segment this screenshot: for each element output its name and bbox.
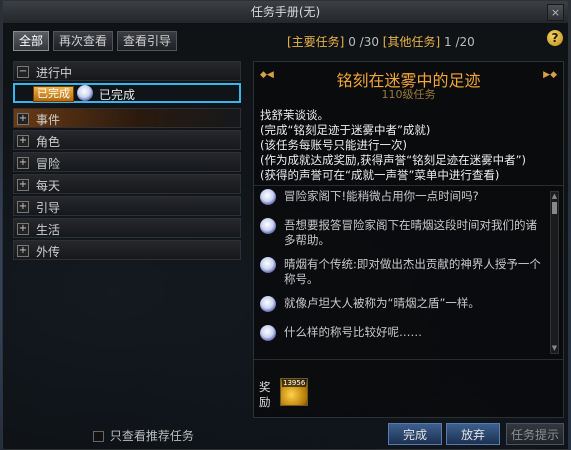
abandon-button[interactable]: 放弃	[446, 423, 500, 445]
recommended-checkbox[interactable]	[93, 431, 104, 442]
reward-quantity: 13956	[282, 379, 307, 387]
desc-line: (完成“铭刻足迹于迷雾中者”成就)	[260, 123, 431, 137]
dialog-scrollbar[interactable]: ▲ ▼	[550, 191, 559, 354]
tab-review[interactable]: 再次查看	[53, 31, 114, 51]
tab-bar: 全部 再次查看 查看引导	[13, 31, 181, 51]
other-task-label: [其他任务]	[382, 35, 441, 49]
complete-button[interactable]: 完成	[388, 423, 442, 445]
main-task-label: [主要任务]	[287, 35, 345, 49]
category-character[interactable]: + 角色	[13, 130, 241, 150]
expand-icon[interactable]: +	[17, 223, 29, 235]
reward-label: 奖励	[259, 380, 271, 409]
category-label: 进行中	[36, 66, 73, 80]
desc-line: (该任务每账号只能进行一次)	[260, 138, 407, 152]
expand-icon[interactable]: +	[17, 245, 29, 257]
quest-status-label: 已完成	[99, 88, 136, 102]
window-title: 任务手册(无)	[250, 5, 321, 19]
quest-detail-panel: ◆◀ ▶◆ 铭刻在迷雾中的足迹 110级任务 找舒茉谈谈。 (完成“铭刻足迹于迷…	[253, 61, 564, 418]
divider	[254, 359, 563, 360]
dialog-line: 吾想要报答冒险家阁下在晴烟这段时间对我们的诸多帮助。	[258, 218, 548, 248]
dialog-line: 就像卢坦大人被称为“晴烟之盾”一样。	[258, 296, 548, 316]
quest-list-item[interactable]: 已完成 已完成	[13, 83, 241, 103]
main-task-count: 0 /30	[348, 35, 379, 49]
window-titlebar[interactable]: 任务手册(无) ×	[3, 1, 568, 24]
category-in-progress[interactable]: − 进行中	[13, 61, 241, 81]
desc-line: (获得的声誉可在“成就一声誉”菜单中进行查看)	[260, 168, 500, 182]
scroll-up-icon[interactable]: ▲	[551, 192, 558, 201]
npc-portrait-icon	[260, 257, 276, 273]
npc-portrait-icon	[77, 85, 93, 101]
dialog-line: 什么样的称号比较好呢……	[258, 325, 548, 345]
quest-manual-window: 任务手册(无) × 全部 再次查看 查看引导 [主要任务] 0 /30 [其他任…	[2, 0, 569, 450]
expand-icon[interactable]: +	[17, 113, 29, 125]
category-label: 事件	[36, 113, 61, 127]
gold-reward-icon[interactable]: 13956	[280, 378, 308, 406]
completed-badge: 已完成	[33, 86, 74, 102]
tab-all[interactable]: 全部	[13, 31, 50, 51]
tab-guide[interactable]: 查看引导	[117, 31, 178, 51]
help-button[interactable]: ?	[547, 30, 563, 46]
npc-portrait-icon	[260, 325, 276, 341]
npc-portrait-icon	[260, 296, 276, 312]
expand-icon[interactable]: +	[17, 135, 29, 147]
dialog-text: 晴烟有个传统:即对做出杰出贡献的神界人授予一个称号。	[284, 257, 541, 286]
desc-line: (作为成就达成奖励,获得声誉“铭刻足迹在迷雾中者”)	[260, 153, 527, 167]
recommended-filter[interactable]: 只查看推荐任务	[93, 427, 194, 444]
category-label: 角色	[36, 135, 61, 149]
quest-level: 110级任务	[381, 88, 436, 101]
category-label: 每天	[36, 179, 61, 193]
dialog-text: 就像卢坦大人被称为“晴烟之盾”一样。	[284, 296, 480, 310]
task-counters: [主要任务] 0 /30 [其他任务] 1 /20	[287, 33, 475, 50]
npc-portrait-icon	[260, 218, 276, 234]
category-label: 生活	[36, 223, 61, 237]
dialog-line: 冒险家阁下!能稍微占用你一点时间吗?	[258, 189, 548, 209]
category-event[interactable]: + 事件	[13, 108, 241, 128]
recommended-filter-label: 只查看推荐任务	[109, 429, 194, 443]
scroll-down-icon[interactable]: ▼	[551, 344, 558, 353]
dialog-line: 晴烟有个传统:即对做出杰出贡献的神界人授予一个称号。	[258, 257, 548, 287]
divider	[254, 185, 563, 186]
other-task-count: 1 /20	[444, 35, 475, 49]
category-biography[interactable]: + 外传	[13, 240, 241, 260]
expand-icon[interactable]: +	[17, 157, 29, 169]
category-daily[interactable]: + 每天	[13, 174, 241, 194]
expand-icon[interactable]: +	[17, 201, 29, 213]
collapse-icon[interactable]: −	[17, 66, 29, 78]
category-list: − 进行中 已完成 已完成 + 事件 + 角色 + 冒险 + 每天 + 引导 +…	[13, 61, 241, 271]
desc-line: 找舒茉谈谈。	[260, 108, 329, 122]
scroll-thumb[interactable]	[552, 202, 557, 214]
dialog-text: 吾想要报答冒险家阁下在晴烟这段时间对我们的诸多帮助。	[284, 218, 537, 247]
npc-dialog-list: 冒险家阁下!能稍微占用你一点时间吗? 吾想要报答冒险家阁下在晴烟这段时间对我们的…	[258, 189, 548, 355]
category-label: 冒险	[36, 157, 61, 171]
category-label: 外传	[36, 245, 61, 259]
dialog-text: 冒险家阁下!能稍微占用你一点时间吗?	[284, 189, 479, 203]
category-guide[interactable]: + 引导	[13, 196, 241, 216]
close-button[interactable]: ×	[547, 4, 564, 21]
npc-portrait-icon	[260, 189, 276, 205]
category-life[interactable]: + 生活	[13, 218, 241, 238]
task-hint-button[interactable]: 任务提示	[506, 423, 564, 445]
expand-icon[interactable]: +	[17, 179, 29, 191]
quest-description: 找舒茉谈谈。 (完成“铭刻足迹于迷雾中者”成就) (该任务每账号只能进行一次) …	[260, 108, 558, 183]
category-adventure[interactable]: + 冒险	[13, 152, 241, 172]
dialog-text: 什么样的称号比较好呢……	[284, 325, 422, 339]
category-label: 引导	[36, 201, 61, 215]
